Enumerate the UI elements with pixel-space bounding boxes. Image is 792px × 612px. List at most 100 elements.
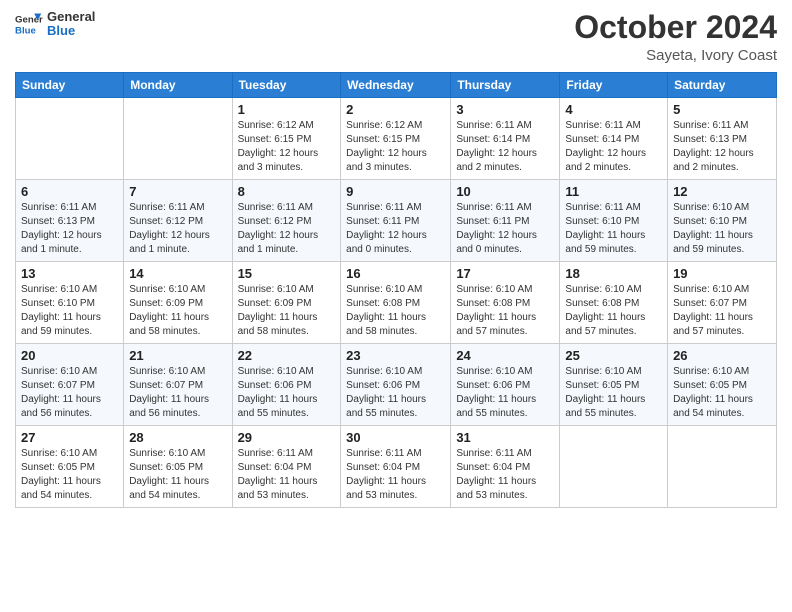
day-info: Sunrise: 6:10 AM Sunset: 6:10 PM Dayligh… xyxy=(21,283,118,339)
day-info: Sunrise: 6:10 AM Sunset: 6:07 PM Dayligh… xyxy=(673,283,771,339)
day-info: Sunrise: 6:10 AM Sunset: 6:07 PM Dayligh… xyxy=(129,365,226,421)
day-info: Sunrise: 6:10 AM Sunset: 6:06 PM Dayligh… xyxy=(238,365,336,421)
day-info: Sunrise: 6:10 AM Sunset: 6:05 PM Dayligh… xyxy=(21,447,118,503)
calendar-week-row: 20 Sunrise: 6:10 AM Sunset: 6:07 PM Dayli… xyxy=(16,344,777,426)
weekday-header-row: SundayMondayTuesdayWednesdayThursdayFrid… xyxy=(16,73,777,98)
day-number: 31 xyxy=(456,430,554,445)
calendar-cell: 16Sunrise: 6:10 AM Sunset: 6:08 PM Dayli… xyxy=(341,262,451,344)
calendar-cell: 17 Sunrise: 6:10 AM Sunset: 6:08 PM Dayli… xyxy=(451,262,560,344)
day-info: Sunrise: 6:11 AM Sunset: 6:13 PM Dayligh… xyxy=(21,201,118,257)
day-number: 7 xyxy=(129,184,226,199)
calendar-week-row: 1 Sunrise: 6:12 AM Sunset: 6:15 PM Daylig… xyxy=(16,98,777,180)
day-number: 8 xyxy=(238,184,336,199)
calendar-cell: 25 Sunrise: 6:10 AM Sunset: 6:05 PM Dayli… xyxy=(560,344,668,426)
calendar-cell: 24Sunrise: 6:10 AM Sunset: 6:06 PM Dayli… xyxy=(451,344,560,426)
calendar-cell: 26 Sunrise: 6:10 AM Sunset: 6:05 PM Dayli… xyxy=(668,344,777,426)
calendar-cell: 21 Sunrise: 6:10 AM Sunset: 6:07 PM Dayli… xyxy=(124,344,232,426)
calendar-cell: 14 Sunrise: 6:10 AM Sunset: 6:09 PM Dayli… xyxy=(124,262,232,344)
day-number: 13 xyxy=(21,266,118,281)
day-number: 30 xyxy=(346,430,445,445)
day-number: 17 xyxy=(456,266,554,281)
day-info: Sunrise: 6:11 AM Sunset: 6:04 PM Dayligh… xyxy=(238,447,336,503)
day-info: Sunrise: 6:10 AM Sunset: 6:09 PM Dayligh… xyxy=(238,283,336,339)
weekday-header-sunday: Sunday xyxy=(16,73,124,98)
day-number: 29 xyxy=(238,430,336,445)
day-number: 1 xyxy=(238,102,336,117)
logo: General Blue General Blue xyxy=(15,10,95,39)
day-info: Sunrise: 6:10 AM Sunset: 6:05 PM Dayligh… xyxy=(673,365,771,421)
day-info: Sunrise: 6:10 AM Sunset: 6:05 PM Dayligh… xyxy=(129,447,226,503)
day-number: 19 xyxy=(673,266,771,281)
day-number: 18 xyxy=(565,266,662,281)
weekday-header-thursday: Thursday xyxy=(451,73,560,98)
calendar-cell: 29 Sunrise: 6:11 AM Sunset: 6:04 PM Dayli… xyxy=(232,426,341,508)
day-info: Sunrise: 6:11 AM Sunset: 6:13 PM Dayligh… xyxy=(673,119,771,175)
day-info: Sunrise: 6:12 AM Sunset: 6:15 PM Dayligh… xyxy=(238,119,336,175)
calendar-page: General Blue General Blue October 2024 S… xyxy=(0,0,792,612)
calendar-cell: 15Sunrise: 6:10 AM Sunset: 6:09 PM Dayli… xyxy=(232,262,341,344)
day-number: 6 xyxy=(21,184,118,199)
calendar-cell: 4 Sunrise: 6:11 AM Sunset: 6:14 PM Daylig… xyxy=(560,98,668,180)
day-number: 3 xyxy=(456,102,554,117)
day-number: 9 xyxy=(346,184,445,199)
calendar-cell: 28 Sunrise: 6:10 AM Sunset: 6:05 PM Dayli… xyxy=(124,426,232,508)
day-info: Sunrise: 6:11 AM Sunset: 6:12 PM Dayligh… xyxy=(129,201,226,257)
day-info: Sunrise: 6:10 AM Sunset: 6:06 PM Dayligh… xyxy=(346,365,445,421)
day-info: Sunrise: 6:11 AM Sunset: 6:12 PM Dayligh… xyxy=(238,201,336,257)
day-number: 26 xyxy=(673,348,771,363)
calendar-cell: 8 Sunrise: 6:11 AM Sunset: 6:12 PM Daylig… xyxy=(232,180,341,262)
day-info: Sunrise: 6:11 AM Sunset: 6:10 PM Dayligh… xyxy=(565,201,662,257)
weekday-header-tuesday: Tuesday xyxy=(232,73,341,98)
calendar-week-row: 27Sunrise: 6:10 AM Sunset: 6:05 PM Dayli… xyxy=(16,426,777,508)
calendar-cell xyxy=(124,98,232,180)
day-info: Sunrise: 6:10 AM Sunset: 6:08 PM Dayligh… xyxy=(565,283,662,339)
calendar-cell xyxy=(560,426,668,508)
day-number: 11 xyxy=(565,184,662,199)
day-info: Sunrise: 6:10 AM Sunset: 6:09 PM Dayligh… xyxy=(129,283,226,339)
calendar-cell: 22Sunrise: 6:10 AM Sunset: 6:06 PM Dayli… xyxy=(232,344,341,426)
day-number: 4 xyxy=(565,102,662,117)
header: General Blue General Blue October 2024 S… xyxy=(15,10,777,64)
day-number: 24 xyxy=(456,348,554,363)
calendar-cell: 19 Sunrise: 6:10 AM Sunset: 6:07 PM Dayli… xyxy=(668,262,777,344)
calendar-cell: 20 Sunrise: 6:10 AM Sunset: 6:07 PM Dayli… xyxy=(16,344,124,426)
calendar-table: SundayMondayTuesdayWednesdayThursdayFrid… xyxy=(15,72,777,508)
calendar-cell: 3Sunrise: 6:11 AM Sunset: 6:14 PM Daylig… xyxy=(451,98,560,180)
calendar-cell xyxy=(668,426,777,508)
day-number: 25 xyxy=(565,348,662,363)
calendar-cell: 6 Sunrise: 6:11 AM Sunset: 6:13 PM Daylig… xyxy=(16,180,124,262)
day-info: Sunrise: 6:12 AM Sunset: 6:15 PM Dayligh… xyxy=(346,119,445,175)
day-number: 5 xyxy=(673,102,771,117)
day-info: Sunrise: 6:10 AM Sunset: 6:05 PM Dayligh… xyxy=(565,365,662,421)
day-info: Sunrise: 6:10 AM Sunset: 6:08 PM Dayligh… xyxy=(456,283,554,339)
day-number: 2 xyxy=(346,102,445,117)
calendar-cell: 12Sunrise: 6:10 AM Sunset: 6:10 PM Dayli… xyxy=(668,180,777,262)
logo-blue-text: Blue xyxy=(47,24,95,38)
location-title: Sayeta, Ivory Coast xyxy=(574,47,777,64)
day-number: 28 xyxy=(129,430,226,445)
calendar-cell: 9Sunrise: 6:11 AM Sunset: 6:11 PM Daylig… xyxy=(341,180,451,262)
day-info: Sunrise: 6:10 AM Sunset: 6:10 PM Dayligh… xyxy=(673,201,771,257)
calendar-week-row: 6 Sunrise: 6:11 AM Sunset: 6:13 PM Daylig… xyxy=(16,180,777,262)
svg-text:Blue: Blue xyxy=(15,26,36,37)
weekday-header-wednesday: Wednesday xyxy=(341,73,451,98)
day-info: Sunrise: 6:11 AM Sunset: 6:04 PM Dayligh… xyxy=(346,447,445,503)
calendar-cell: 7 Sunrise: 6:11 AM Sunset: 6:12 PM Daylig… xyxy=(124,180,232,262)
day-number: 21 xyxy=(129,348,226,363)
logo-general-text: General xyxy=(47,10,95,24)
month-title: October 2024 xyxy=(574,10,777,45)
day-number: 14 xyxy=(129,266,226,281)
day-info: Sunrise: 6:11 AM Sunset: 6:14 PM Dayligh… xyxy=(565,119,662,175)
calendar-cell: 30 Sunrise: 6:11 AM Sunset: 6:04 PM Dayli… xyxy=(341,426,451,508)
calendar-cell: 10Sunrise: 6:11 AM Sunset: 6:11 PM Dayli… xyxy=(451,180,560,262)
day-info: Sunrise: 6:10 AM Sunset: 6:07 PM Dayligh… xyxy=(21,365,118,421)
calendar-week-row: 13 Sunrise: 6:10 AM Sunset: 6:10 PM Dayli… xyxy=(16,262,777,344)
calendar-cell: 11 Sunrise: 6:11 AM Sunset: 6:10 PM Dayli… xyxy=(560,180,668,262)
calendar-cell: 31Sunrise: 6:11 AM Sunset: 6:04 PM Dayli… xyxy=(451,426,560,508)
weekday-header-saturday: Saturday xyxy=(668,73,777,98)
calendar-cell: 13 Sunrise: 6:10 AM Sunset: 6:10 PM Dayli… xyxy=(16,262,124,344)
weekday-header-monday: Monday xyxy=(124,73,232,98)
day-info: Sunrise: 6:10 AM Sunset: 6:08 PM Dayligh… xyxy=(346,283,445,339)
calendar-cell: 2 Sunrise: 6:12 AM Sunset: 6:15 PM Daylig… xyxy=(341,98,451,180)
day-number: 20 xyxy=(21,348,118,363)
